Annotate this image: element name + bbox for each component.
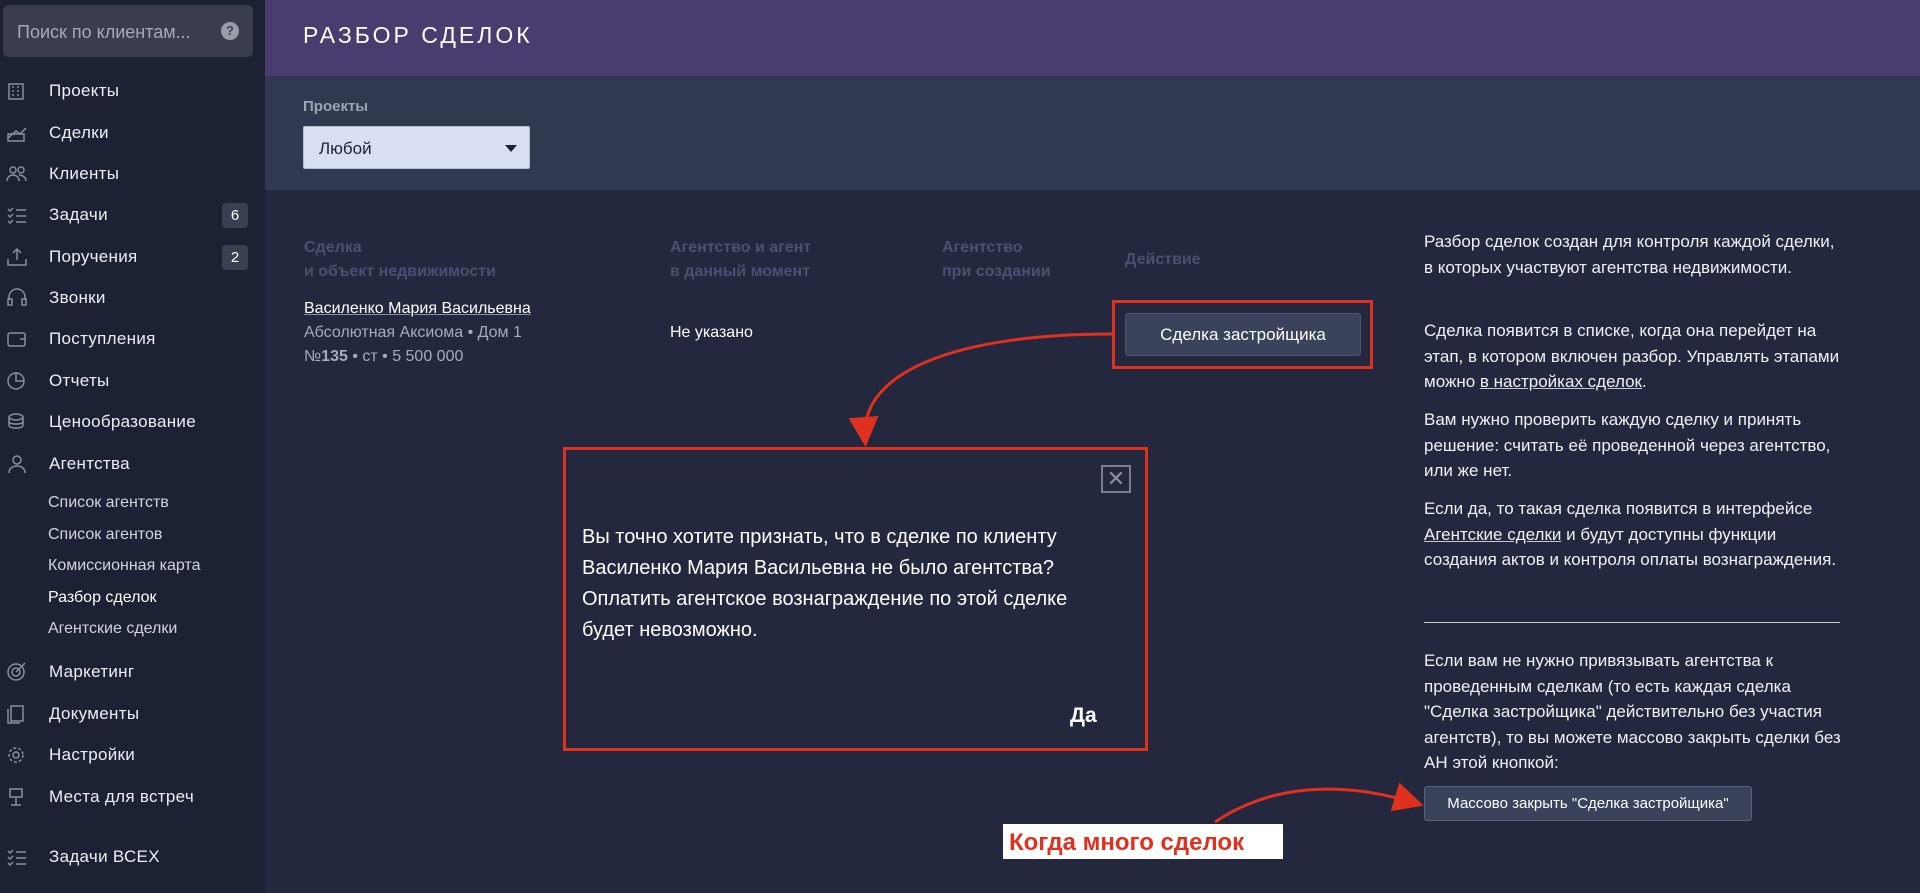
developer-deal-button[interactable]: Сделка застройщика <box>1125 313 1361 356</box>
deal-settings-link[interactable]: в настройках сделок <box>1480 372 1642 391</box>
info-text: . <box>1641 372 1647 391</box>
projects-select-value: Любой <box>319 139 372 158</box>
sidebar-item-label: Документы <box>49 704 140 723</box>
documents-icon <box>6 704 28 724</box>
target-icon <box>6 662 28 682</box>
agency-deals-link[interactable]: Агентские сделки <box>1424 525 1561 544</box>
sidebar-subitem-agencies-list[interactable]: Список агентств <box>48 494 169 512</box>
sidebar-item-settings[interactable]: Настройки <box>0 736 265 774</box>
sidebar-item-label: Агентства <box>49 454 130 473</box>
sidebar-item-documents[interactable]: Документы <box>0 695 265 733</box>
deal-number-details: • ст • 5 500 000 <box>347 348 464 365</box>
search-placeholder: Поиск по клиентам... <box>17 22 191 42</box>
sidebar-item-label: Задачи ВСЕХ <box>49 847 160 866</box>
gear-icon <box>6 745 28 765</box>
coins-icon <box>6 412 28 432</box>
sidebar-item-label: Маркетинг <box>49 662 135 681</box>
sidebar-item-assignments[interactable]: Поручения 2 <box>0 238 265 276</box>
assignments-count-badge: 2 <box>222 244 248 270</box>
column-header-line: Сделка <box>304 239 362 256</box>
projects-select[interactable]: Любой <box>303 126 530 169</box>
tasks-count-badge: 6 <box>222 202 248 228</box>
arrow-to-mass-button <box>1214 782 1424 824</box>
column-header-agency-current: Агентство и агент в данный момент <box>670 236 811 284</box>
sidebar-item-label: Ценообразование <box>49 412 196 431</box>
sidebar-item-label: Сделки <box>49 123 109 142</box>
sidebar-subitem-deals-review[interactable]: Разбор сделок <box>48 589 157 607</box>
agent-icon <box>6 454 28 474</box>
column-header-line: Агентство и агент <box>670 239 812 256</box>
deal-number-value: 135 <box>321 348 348 365</box>
tasks-icon <box>6 205 28 225</box>
sidebar-item-label: Отчеты <box>49 371 110 390</box>
column-header-agency-created: Агентство при создании <box>942 236 1051 284</box>
page-title: РАЗБОР СДЕЛОК <box>303 22 533 48</box>
sidebar-item-label: Настройки <box>49 745 136 764</box>
deal-object: Абсолютная Аксиома • Дом 1 <box>304 324 522 341</box>
sidebar-item-receipts[interactable]: Поступления <box>0 320 265 358</box>
sidebar-item-meeting-places[interactable]: Места для встреч <box>0 778 265 816</box>
filter-bar: Проекты Любой <box>265 76 1920 190</box>
headset-icon <box>6 288 28 308</box>
column-header-line: Действие <box>1125 251 1201 268</box>
sidebar-item-marketing[interactable]: Маркетинг <box>0 653 265 691</box>
info-text: Если да, то такая сделка появится в инте… <box>1424 499 1813 518</box>
sidebar-item-calls[interactable]: Звонки <box>0 279 265 317</box>
column-header-deal: Сделка и объект недвижимости <box>304 236 496 284</box>
sidebar-item-tasks[interactable]: Задачи 6 <box>0 196 265 234</box>
assignments-icon <box>6 247 28 267</box>
sidebar-item-pricing[interactable]: Ценообразование <box>0 403 265 441</box>
sidebar-item-label: Звонки <box>49 288 106 307</box>
column-header-line: и объект недвижимости <box>304 263 496 280</box>
sidebar-item-agencies[interactable]: Агентства <box>0 445 265 483</box>
sidebar-item-clients[interactable]: Клиенты <box>0 155 265 193</box>
info-paragraph: Разбор сделок создан для контроля каждой… <box>1424 232 1835 277</box>
sidebar-item-label: Проекты <box>49 81 120 100</box>
deal-client-link[interactable]: Василенко Мария Васильевна <box>304 300 531 318</box>
deal-agency: Не указано <box>670 324 753 341</box>
sidebar-item-label: Места для встреч <box>49 787 194 806</box>
deal-number-prefix: № <box>304 348 322 365</box>
column-header-line: в данный момент <box>670 263 811 280</box>
column-header-line: Агентство <box>942 239 1023 256</box>
sidebar-item-label: Клиенты <box>49 164 120 183</box>
sidebar-subitem-agency-deals[interactable]: Агентские сделки <box>48 620 177 638</box>
info-paragraph: Если вам не нужно привязывать агентства … <box>1424 651 1841 772</box>
column-header-line: при создании <box>942 263 1051 280</box>
sidebar-item-deals[interactable]: Сделки <box>0 114 265 152</box>
info-paragraph: Вам нужно проверить каждую сделку и прин… <box>1424 410 1831 480</box>
chevron-down-icon <box>505 145 517 152</box>
annotation-text: Когда много сделок <box>1009 829 1245 856</box>
sidebar-item-label: Поступления <box>49 329 156 348</box>
sidebar-subitem-agents-list[interactable]: Список агентов <box>48 526 162 544</box>
projects-filter-label: Проекты <box>303 98 369 115</box>
tasks-icon <box>6 847 28 867</box>
sidebar-item-label: Поручения <box>49 247 138 266</box>
sidebar: Поиск по клиентам... ? Проекты Сделки Кл… <box>0 0 265 893</box>
deals-icon <box>6 123 28 143</box>
sidebar-item-all-tasks[interactable]: Задачи ВСЕХ <box>0 838 265 876</box>
search-input[interactable]: Поиск по клиентам... ? <box>3 5 253 57</box>
sidebar-subitem-commission-card[interactable]: Комиссионная карта <box>48 557 201 575</box>
divider <box>1424 622 1840 623</box>
annotation-callout: Когда много сделок <box>1003 824 1283 859</box>
column-header-action: Действие <box>1125 248 1201 272</box>
page-header: РАЗБОР СДЕЛОК <box>265 0 1920 76</box>
sidebar-item-projects[interactable]: Проекты <box>0 72 265 110</box>
info-paragraph: Если да, то такая сделка появится в инте… <box>1424 496 1842 573</box>
help-icon[interactable]: ? <box>221 22 239 40</box>
building-icon <box>6 81 28 101</box>
mass-close-button[interactable]: Массово закрыть "Сделка застройщика" <box>1424 786 1752 821</box>
wallet-icon <box>6 329 28 349</box>
pie-chart-icon <box>6 371 28 391</box>
info-paragraph: Сделка появится в списке, когда она пере… <box>1424 318 1842 395</box>
arrow-to-dialog <box>848 332 1113 447</box>
highlight-box <box>563 447 1148 751</box>
sidebar-item-label: Задачи <box>49 205 108 224</box>
sidebar-item-reports[interactable]: Отчеты <box>0 362 265 400</box>
users-icon <box>6 164 28 184</box>
meeting-icon <box>6 787 28 807</box>
deal-number: №135 • ст • 5 500 000 <box>304 348 463 366</box>
